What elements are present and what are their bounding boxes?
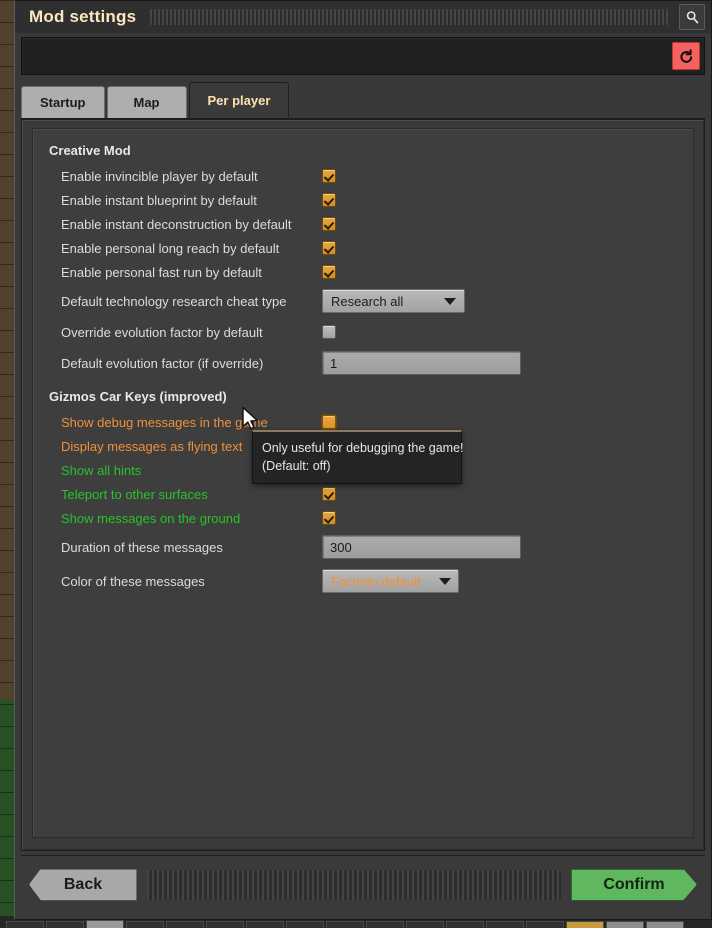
setting-tooltip: Only useful for debugging the game! (Def… <box>252 430 464 484</box>
tab-label: Per player <box>207 92 271 108</box>
tooltip-line-2: (Default: off) <box>262 459 331 473</box>
quickbar-slot[interactable] <box>566 921 604 928</box>
setting-row-instant-blueprint[interactable]: Enable instant blueprint by default <box>47 188 679 212</box>
tab-startup[interactable]: Startup <box>21 86 105 118</box>
group-title-creative-mod: Creative Mod <box>49 143 131 158</box>
setting-row-instant-deconstruction[interactable]: Enable instant deconstruction by default <box>47 212 679 236</box>
checkbox-messages-on-ground[interactable] <box>322 511 336 525</box>
tab-label: Startup <box>40 95 86 110</box>
setting-label: Show messages on the ground <box>61 510 241 526</box>
setting-row-override-evolution[interactable]: Override evolution factor by default <box>47 318 679 346</box>
setting-label: Display messages as flying text <box>61 438 243 454</box>
checkbox-fast-run[interactable] <box>322 265 336 279</box>
quickbar-slot[interactable] <box>206 921 244 928</box>
group-title-gizmos-car-keys: Gizmos Car Keys (improved) <box>49 389 227 404</box>
dropdown-research-cheat-type[interactable]: Research all <box>322 289 465 313</box>
setting-label: Duration of these messages <box>61 539 223 555</box>
setting-label: Default technology research cheat type <box>61 293 287 309</box>
checkbox-teleport-surfaces[interactable] <box>322 487 336 501</box>
quickbar-slot[interactable] <box>446 921 484 928</box>
setting-label: Color of these messages <box>61 573 205 589</box>
checkbox-override-evolution[interactable] <box>322 325 336 339</box>
quickbar-slot[interactable] <box>126 921 164 928</box>
setting-label: Enable personal long reach by default <box>61 240 280 256</box>
setting-label: Enable instant blueprint by default <box>61 192 257 208</box>
setting-row-invincible-player[interactable]: Enable invincible player by default <box>47 164 679 188</box>
quickbar-slot[interactable] <box>406 921 444 928</box>
checkbox-instant-deconstruction[interactable] <box>322 217 336 231</box>
quickbar-slot[interactable] <box>6 921 44 928</box>
setting-label: Override evolution factor by default <box>61 324 263 340</box>
setting-label: Enable invincible player by default <box>61 168 258 184</box>
game-terrain-texture <box>0 0 14 928</box>
textbox-default-evolution-factor[interactable]: 1 <box>322 351 521 375</box>
quickbar-slot[interactable] <box>366 921 404 928</box>
setting-label: Enable personal fast run by default <box>61 264 262 280</box>
tab-label: Map <box>133 95 160 110</box>
setting-row-default-evolution-factor[interactable]: Default evolution factor (if override) 1 <box>47 346 679 380</box>
tab-map[interactable]: Map <box>106 86 187 118</box>
dropdown-value: Research all <box>331 293 404 309</box>
window-titlebar[interactable]: Mod settings <box>15 1 711 33</box>
chevron-down-icon <box>438 577 451 585</box>
confirm-button-label: Confirm <box>603 875 665 893</box>
chevron-down-icon <box>444 297 456 305</box>
checkbox-invincible-player[interactable] <box>322 169 336 183</box>
checkbox-show-debug-messages[interactable] <box>322 415 336 429</box>
search-bar-panel[interactable] <box>21 37 705 75</box>
setting-label: Show all hints <box>61 462 142 478</box>
setting-row-color-messages[interactable]: Color of these messages Factorio default <box>47 564 679 598</box>
quickbar-slot[interactable] <box>86 920 124 928</box>
window-footer: Back Confirm <box>21 855 705 913</box>
textbox-value: 300 <box>330 539 352 555</box>
quickbar-slot[interactable] <box>286 921 324 928</box>
setting-label: Enable instant deconstruction by default <box>61 216 292 232</box>
quickbar-slot[interactable] <box>486 921 524 928</box>
setting-row-research-cheat-type[interactable]: Default technology research cheat type R… <box>47 284 679 318</box>
setting-row-fast-run[interactable]: Enable personal fast run by default <box>47 260 679 284</box>
search-icon[interactable] <box>679 4 705 30</box>
textbox-value: 1 <box>330 355 338 371</box>
setting-row-messages-on-ground[interactable]: Show messages on the ground <box>47 506 679 530</box>
setting-row-teleport-surfaces[interactable]: Teleport to other surfaces <box>47 482 679 506</box>
dropdown-value: Factorio default <box>331 573 421 589</box>
back-button[interactable]: Back <box>29 868 137 901</box>
tab-per-player[interactable]: Per player <box>188 82 290 118</box>
setting-label: Show debug messages in the game <box>61 414 268 430</box>
checkbox-instant-blueprint[interactable] <box>322 193 336 207</box>
quickbar-slot[interactable] <box>246 921 284 928</box>
confirm-button[interactable]: Confirm <box>571 869 697 901</box>
setting-label: Default evolution factor (if override) <box>61 355 264 371</box>
reset-settings-button[interactable] <box>672 42 700 70</box>
settings-tab-strip[interactable]: Startup Map Per player <box>21 82 705 119</box>
setting-row-long-reach[interactable]: Enable personal long reach by default <box>47 236 679 260</box>
window-drag-handle[interactable] <box>150 9 669 25</box>
quickbar-slot[interactable] <box>326 921 364 928</box>
checkbox-long-reach[interactable] <box>322 241 336 255</box>
quickbar-slot[interactable] <box>46 921 84 928</box>
quickbar-slot[interactable] <box>606 921 644 928</box>
settings-content-panel: Creative Mod Enable invincible player by… <box>21 119 705 851</box>
setting-label: Teleport to other surfaces <box>61 486 208 502</box>
setting-row-duration-messages[interactable]: Duration of these messages 300 <box>47 530 679 564</box>
page-title: Mod settings <box>29 7 137 26</box>
footer-drag-handle[interactable] <box>147 869 561 900</box>
back-button-label: Back <box>63 875 103 893</box>
quickbar-slot[interactable] <box>526 921 564 928</box>
dropdown-color-messages[interactable]: Factorio default <box>322 569 459 593</box>
quickbar-slot[interactable] <box>166 921 204 928</box>
tooltip-line-1: Only useful for debugging the game! <box>262 441 464 455</box>
quickbar-slot[interactable] <box>646 921 684 928</box>
textbox-duration-messages[interactable]: 300 <box>322 535 521 559</box>
